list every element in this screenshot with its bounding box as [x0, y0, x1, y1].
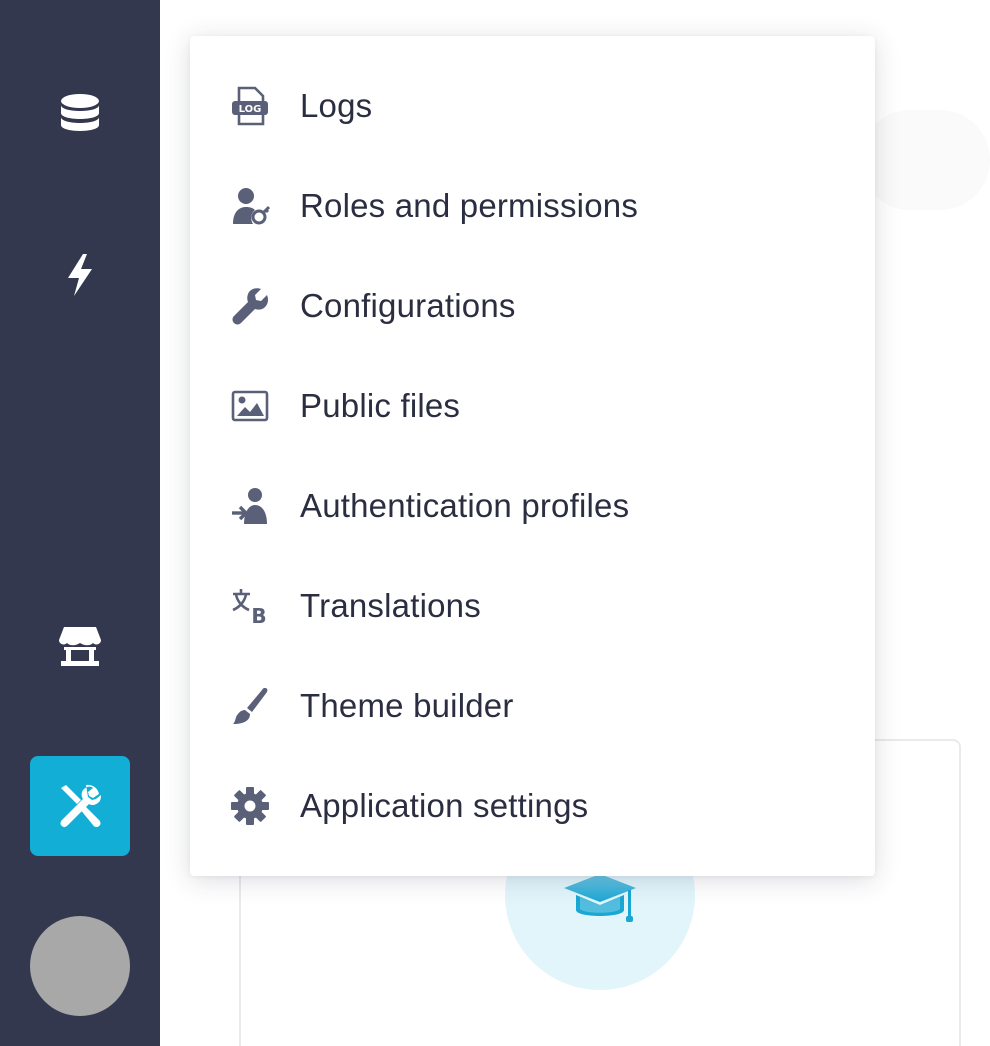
menu-item-label: Authentication profiles: [300, 487, 630, 524]
menu-item-configurations[interactable]: Configurations: [190, 256, 875, 356]
menu-item-label: Theme builder: [300, 687, 514, 724]
menu-item-label: Application settings: [300, 787, 589, 824]
menu-item-application-settings[interactable]: Application settings: [190, 756, 875, 856]
sidebar-item-database[interactable]: [30, 65, 130, 165]
sidebar: [0, 0, 160, 1046]
background-decoration: [860, 110, 990, 210]
user-sign-in-icon: [230, 486, 270, 526]
wrench-icon: [230, 286, 270, 326]
svg-text:LOG: LOG: [239, 104, 262, 115]
user-avatar[interactable]: [30, 916, 130, 1016]
user-key-icon: [230, 186, 270, 226]
store-icon: [59, 627, 101, 666]
sidebar-item-marketplace[interactable]: [30, 596, 130, 696]
menu-item-label: Translations: [300, 587, 481, 624]
paint-brush-icon: [230, 686, 270, 726]
menu-item-roles-and-permissions[interactable]: Roles and permissions: [190, 156, 875, 256]
sidebar-item-flows[interactable]: [30, 225, 130, 325]
database-icon: [61, 94, 99, 131]
menu-item-label: Public files: [300, 387, 461, 424]
log-file-icon: LOG: [230, 86, 270, 126]
menu-item-public-files[interactable]: Public files: [190, 356, 875, 456]
tools-dropdown-menu: LOG Logs Roles and permissions Configura…: [190, 36, 875, 876]
menu-item-translations[interactable]: B Translations: [190, 556, 875, 656]
menu-item-label: Roles and permissions: [300, 187, 639, 224]
sidebar-item-tools[interactable]: [30, 756, 130, 856]
gear-icon: [230, 786, 270, 826]
image-icon: [230, 386, 270, 426]
menu-item-logs[interactable]: LOG Logs: [190, 56, 875, 156]
menu-item-authentication-profiles[interactable]: Authentication profiles: [190, 456, 875, 556]
graduation-cap-icon: [564, 874, 636, 922]
menu-item-label: Logs: [300, 87, 373, 124]
svg-text:B: B: [251, 604, 266, 626]
lightning-icon: [68, 254, 92, 296]
translate-icon: B: [230, 586, 270, 626]
menu-item-label: Configurations: [300, 287, 516, 324]
tools-icon: [60, 784, 101, 828]
menu-item-theme-builder[interactable]: Theme builder: [190, 656, 875, 756]
